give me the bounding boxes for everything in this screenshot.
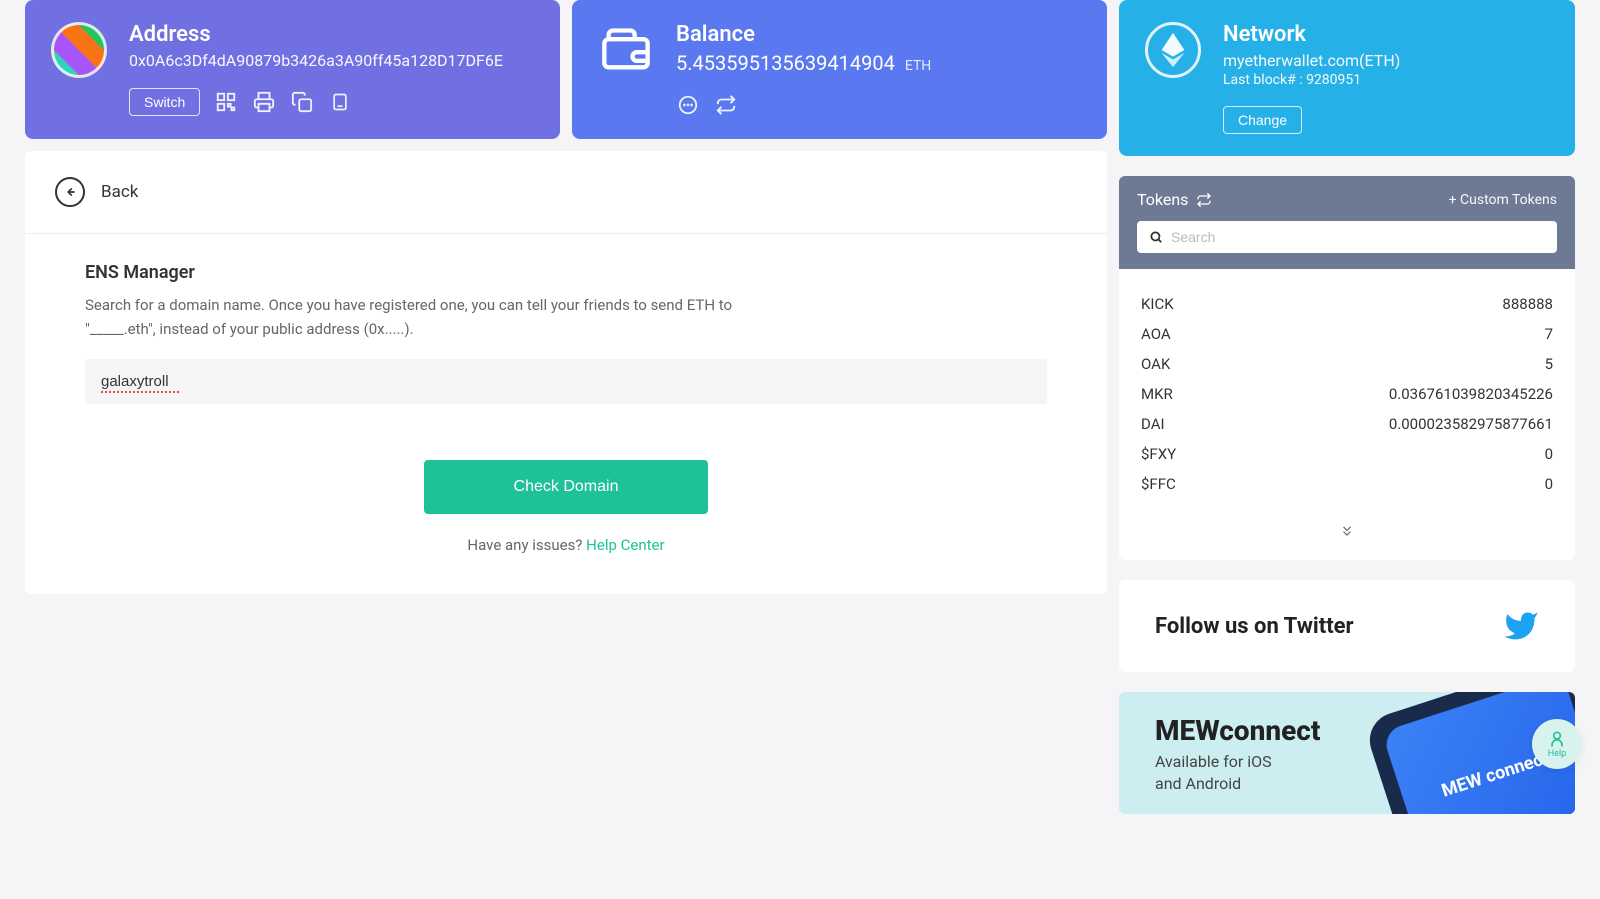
mewconnect-promo[interactable]: MEWconnect Available for iOSand Android … (1119, 692, 1575, 814)
search-icon (1149, 230, 1163, 244)
qr-icon[interactable] (214, 90, 238, 114)
address-card: Address 0x0A6c3Df4dA90879b3426a3A90ff45a… (25, 0, 560, 139)
ethereum-icon (1145, 22, 1201, 78)
tokens-panel: Tokens + Custom Tokens KICK 888888 AOA 7 OAK… (1119, 176, 1575, 560)
balance-card: Balance 5.453595135639414904 ETH (572, 0, 1107, 139)
check-domain-button[interactable]: Check Domain (424, 460, 709, 514)
balance-currency: ETH (905, 58, 931, 74)
switch-button[interactable]: Switch (129, 88, 200, 116)
address-value: 0x0A6c3Df4dA90879b3426a3A90ff45a128D17DF… (129, 51, 534, 70)
token-list: KICK 888888 AOA 7 OAK 5 MKR 0.03676103982034522… (1119, 269, 1575, 509)
token-symbol: $FXY (1141, 445, 1176, 463)
token-symbol: $FFC (1141, 475, 1176, 493)
balance-title: Balance (676, 22, 1081, 47)
token-row[interactable]: MKR 0.036761039820345226 (1141, 379, 1553, 409)
token-balance: 0 (1545, 475, 1553, 493)
address-title: Address (129, 22, 534, 47)
copy-icon[interactable] (290, 90, 314, 114)
token-balance: 7 (1545, 325, 1553, 343)
token-symbol: KICK (1141, 295, 1174, 313)
token-symbol: OAK (1141, 355, 1170, 373)
help-center-link[interactable]: Help Center (586, 536, 664, 554)
token-row[interactable]: OAK 5 (1141, 349, 1553, 379)
token-row[interactable]: KICK 888888 (1141, 289, 1553, 319)
token-row[interactable]: $FFC 0 (1141, 469, 1553, 499)
token-row[interactable]: DAI 0.000023582975877661 (1141, 409, 1553, 439)
back-button[interactable] (55, 177, 85, 207)
token-symbol: MKR (1141, 385, 1173, 403)
refresh-icon[interactable] (714, 93, 738, 117)
token-row[interactable]: AOA 7 (1141, 319, 1553, 349)
token-search-input[interactable] (1171, 229, 1545, 245)
token-search[interactable] (1137, 221, 1557, 253)
token-balance: 0.036761039820345226 (1389, 385, 1553, 403)
tokens-title: Tokens (1137, 190, 1212, 209)
twitter-text: Follow us on Twitter (1155, 614, 1354, 639)
token-symbol: AOA (1141, 325, 1171, 343)
balance-amount: 5.453595135639414904 (676, 51, 895, 75)
change-network-button[interactable]: Change (1223, 106, 1302, 134)
network-block: Last block# : 9280951 (1223, 72, 1549, 88)
swap-icon[interactable] (1196, 192, 1212, 208)
help-prefix: Have any issues? (467, 536, 586, 554)
expand-tokens-button[interactable] (1119, 509, 1575, 560)
print-icon[interactable] (252, 90, 276, 114)
back-label: Back (101, 182, 138, 202)
network-server: myetherwallet.com(ETH) (1223, 51, 1549, 70)
twitter-panel[interactable]: Follow us on Twitter (1119, 580, 1575, 672)
token-row[interactable]: $FXY 0 (1141, 439, 1553, 469)
chevron-double-down-icon (1338, 524, 1356, 538)
help-row: Have any issues? Help Center (85, 536, 1047, 554)
token-balance: 0 (1545, 445, 1553, 463)
identicon-avatar (51, 22, 107, 78)
token-balance: 888888 (1502, 295, 1553, 313)
more-icon[interactable] (676, 93, 700, 117)
twitter-icon (1503, 608, 1539, 644)
network-title: Network (1223, 22, 1549, 47)
token-symbol: DAI (1141, 415, 1165, 433)
ens-manager-panel: Back ENS Manager Search for a domain nam… (25, 151, 1107, 594)
custom-tokens-link[interactable]: + Custom Tokens (1449, 192, 1557, 208)
ens-description: Search for a domain name. Once you have … (85, 293, 805, 341)
wallet-icon (598, 22, 654, 78)
network-card: Network myetherwallet.com(ETH) Last bloc… (1119, 0, 1575, 156)
token-balance: 5 (1545, 355, 1553, 373)
help-widget[interactable]: Help (1532, 719, 1582, 769)
card-icon[interactable] (328, 90, 352, 114)
domain-input[interactable] (85, 359, 1047, 404)
ens-title: ENS Manager (85, 262, 1047, 283)
token-balance: 0.000023582975877661 (1389, 415, 1553, 433)
